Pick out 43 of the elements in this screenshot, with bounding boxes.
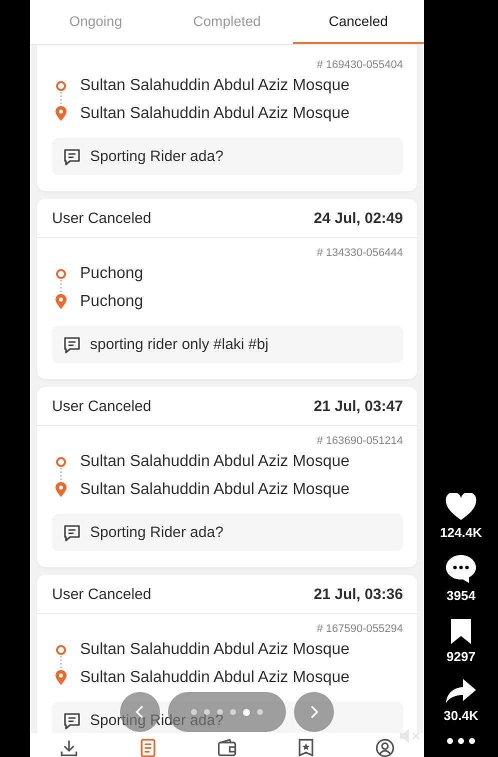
pickup-location: Sultan Salahuddin Abdul Aziz Mosque — [80, 640, 350, 660]
action-count: 124.4K — [440, 525, 482, 540]
order-number: # 169430-055404 — [316, 58, 403, 72]
order-status: User Canceled — [52, 210, 152, 226]
action-count: 3954 — [446, 588, 476, 603]
order-card[interactable]: User Canceled 21 Jul, 03:47 # 163690-051214 Sultan Salahuddin Abdul Aziz Mosque Sultan Salahuddin Abdul Aziz Mosque Sporting Rider ada? — [37, 387, 417, 567]
dropoff-location: Sultan Salahuddin Abdul Aziz Mosque — [80, 104, 350, 124]
message-icon — [62, 334, 82, 354]
note-text: sporting rider only #laki #bj — [90, 336, 268, 353]
page-dot[interactable] — [257, 709, 263, 715]
order-date: 21 Jul, 03:36 — [314, 586, 403, 602]
order-number: # 167590-055294 — [316, 622, 403, 636]
message-icon — [62, 146, 82, 166]
order-status: User Canceled — [52, 398, 152, 414]
order-status: User Canceled — [52, 586, 152, 602]
bookmark-icon[interactable] — [448, 617, 473, 645]
dropoff-location: Sultan Salahuddin Abdul Aziz Mosque — [80, 480, 350, 500]
order-number: # 163690-051214 — [316, 434, 403, 448]
page-dot[interactable] — [191, 709, 197, 715]
order-date: 24 Jul, 02:49 — [314, 210, 403, 226]
dropoff-location: Sultan Salahuddin Abdul Aziz Mosque — [80, 668, 350, 688]
page-dot[interactable] — [217, 709, 223, 715]
dropoff-location: Puchong — [80, 292, 144, 312]
pickup-location: Puchong — [80, 264, 144, 284]
order-card[interactable]: # 169430-055404 Sultan Salahuddin Abdul Aziz Mosque Sultan Salahuddin Abdul Aziz Mosque Sporting Rider ada? — [37, 45, 417, 191]
action-count: 30.4K — [444, 708, 478, 723]
message-icon — [62, 522, 82, 542]
pickup-location: Sultan Salahuddin Abdul Aziz Mosque — [80, 452, 350, 472]
heart-icon[interactable] — [444, 493, 477, 521]
page-dot[interactable] — [243, 708, 250, 716]
action-count: 9297 — [446, 649, 476, 664]
comment-icon[interactable] — [445, 554, 477, 584]
share-icon[interactable] — [444, 678, 477, 704]
pickup-location: Sultan Salahuddin Abdul Aziz Mosque — [80, 76, 350, 96]
order-card[interactable]: User Canceled 24 Jul, 02:49 # 134330-056444 Puchong Puchong sporting rider only #laki #bj — [37, 199, 417, 379]
order-number: # 134330-056444 — [316, 246, 403, 260]
page-dot[interactable] — [230, 709, 236, 715]
message-icon — [62, 710, 82, 730]
note-text: Sporting Rider ada? — [90, 148, 224, 165]
note-text: Sporting Rider ada? — [90, 524, 224, 541]
page-dot[interactable] — [204, 709, 210, 715]
more-icon[interactable] — [446, 737, 476, 745]
order-date: 21 Jul, 03:47 — [314, 398, 403, 414]
